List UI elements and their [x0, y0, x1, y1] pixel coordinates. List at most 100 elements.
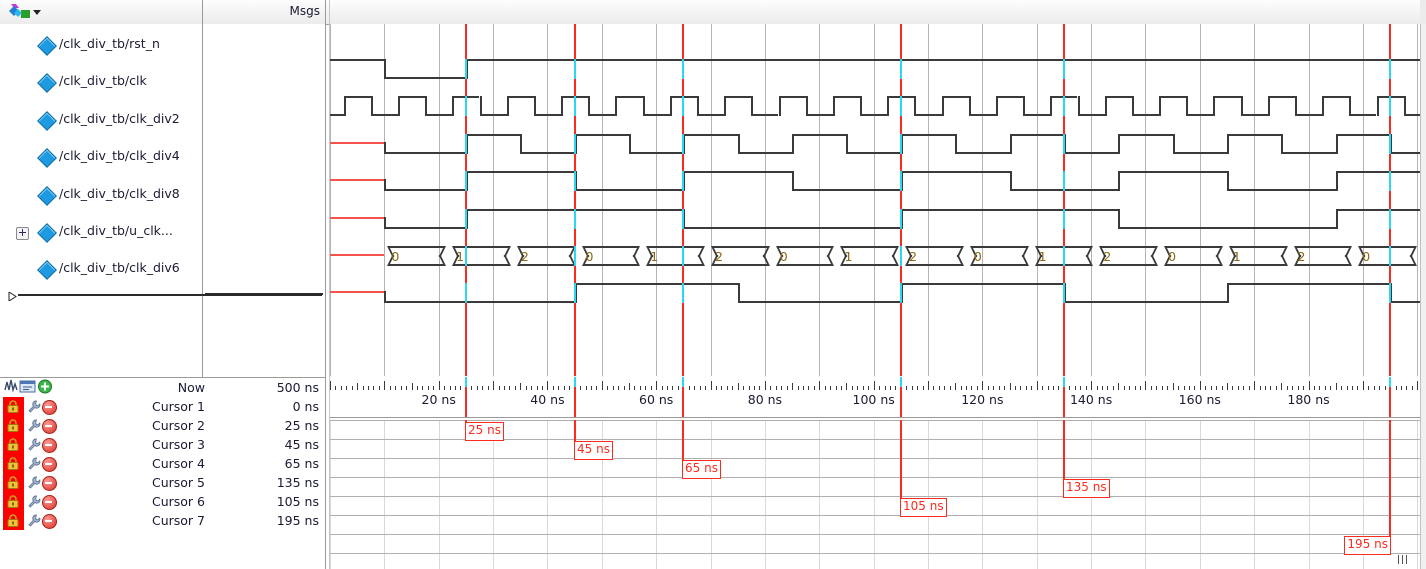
bus-value-text: 0 — [973, 249, 983, 264]
cursor-time-badge[interactable]: 105 ns — [900, 498, 947, 517]
wave-segment — [384, 77, 466, 79]
signal-row[interactable]: /clk_div_tb/u_clk... — [0, 214, 202, 251]
wrench-icon[interactable] — [27, 457, 41, 470]
delete-cursor-icon[interactable] — [42, 438, 57, 453]
ruler-tick — [678, 386, 679, 390]
bus-value-text: 2 — [520, 249, 530, 264]
lock-icon[interactable] — [6, 438, 20, 451]
bus-value-text: 1 — [650, 249, 659, 264]
wave-cursor-crosshair — [682, 246, 684, 266]
wave-edge — [1118, 133, 1121, 154]
ruler-tick — [1222, 386, 1223, 390]
cursor-row-separator — [330, 515, 1420, 516]
ruler-tick — [1184, 386, 1185, 390]
ruler-tick — [542, 386, 543, 390]
cursor-time-badge[interactable]: 45 ns — [574, 441, 613, 460]
ruler-tick — [1031, 386, 1032, 390]
waveform-signal-icon[interactable] — [6, 3, 32, 20]
wave-cursor-marker-icon[interactable] — [8, 290, 17, 302]
signal-row[interactable]: /clk_div_tb/clk_div6 — [0, 251, 202, 288]
ruler-label: 40 ns — [530, 392, 565, 407]
wave-edge — [1376, 96, 1379, 117]
wrench-icon[interactable] — [27, 419, 41, 432]
waveform-canvas[interactable]: 0 1 2 0 1 2 0 1 2 0 1 2 0 1 2 0 — [330, 24, 1420, 376]
cursor-row[interactable]: Cursor 3 45 ns — [0, 435, 325, 454]
cursor-row[interactable]: Cursor 4 65 ns — [0, 454, 325, 473]
cursor-time-badge[interactable]: 135 ns — [1063, 479, 1110, 498]
wave-edge — [615, 96, 618, 117]
ruler-tick — [1254, 381, 1255, 390]
cursor-row[interactable]: Cursor 6 105 ns — [0, 492, 325, 511]
wrench-icon[interactable] — [27, 514, 41, 527]
ruler-tick — [547, 381, 548, 390]
signal-row[interactable]: /clk_div_tb/rst_n — [0, 27, 202, 64]
bus-left-chevron — [1096, 246, 1101, 266]
cursor-row[interactable]: Cursor 1 0 ns — [0, 397, 325, 416]
delete-cursor-icon[interactable] — [42, 400, 57, 415]
ruler-tick — [1058, 386, 1059, 390]
lock-icon[interactable] — [6, 400, 20, 413]
delete-cursor-icon[interactable] — [42, 419, 57, 434]
ruler-tick — [1091, 381, 1092, 390]
now-label: Now — [177, 380, 205, 395]
signal-row[interactable]: /clk_div_tb/clk_div8 — [0, 177, 202, 214]
wave-edge — [1281, 133, 1284, 154]
ruler-tick — [1265, 386, 1266, 390]
wave-segment — [1131, 114, 1160, 117]
cursor-time-badge[interactable]: 25 ns — [465, 422, 504, 441]
ruler-tick — [819, 381, 820, 390]
wave-cursor-crosshair — [900, 96, 902, 117]
delete-cursor-icon[interactable] — [42, 457, 57, 472]
signal-row[interactable]: /clk_div_tb/clk_div4 — [0, 139, 202, 176]
wave-segment — [506, 96, 534, 99]
signal-row[interactable]: /clk_div_tb/clk — [0, 64, 202, 101]
vertical-scrollbar[interactable] — [1420, 24, 1426, 569]
wave-edge — [452, 96, 455, 117]
cursor-line[interactable] — [1389, 420, 1391, 553]
cursor-row[interactable]: Cursor 7 195 ns — [0, 511, 325, 530]
delete-cursor-icon[interactable] — [42, 495, 57, 510]
wave-segment — [683, 133, 738, 136]
expand-icon[interactable] — [16, 227, 29, 240]
ruler-tick — [1314, 386, 1315, 390]
wave-cursor-crosshair — [1389, 133, 1391, 154]
bus-left-chevron — [1355, 246, 1360, 266]
lock-icon[interactable] — [6, 457, 20, 470]
cursor-row[interactable]: Cursor 5 135 ns — [0, 473, 325, 492]
chevron-down-icon[interactable] — [33, 10, 41, 15]
wave-segment — [1172, 151, 1227, 154]
wrench-icon[interactable] — [27, 476, 41, 489]
cursor-time-badge[interactable]: 195 ns — [1344, 536, 1391, 555]
ruler-tick — [1135, 386, 1136, 390]
cursor-row-separator — [330, 496, 1420, 497]
cursor-label-canvas[interactable]: 25 ns 45 ns 65 ns 105 ns 135 ns 195 ns — [330, 420, 1420, 569]
bus-value-cell: 0 — [1355, 246, 1420, 266]
bus-top-line — [841, 246, 899, 248]
bus-left-chevron — [1161, 246, 1166, 266]
wrench-icon[interactable] — [27, 495, 41, 508]
bus-left-chevron — [643, 246, 648, 266]
wave-cursor-crosshair — [465, 208, 467, 229]
wave-segment — [384, 301, 575, 304]
time-ruler[interactable]: 20 ns 40 ns 60 ns 80 ns 100 ns 120 ns 140 ns 16… — [330, 377, 1426, 419]
wave-segment — [1335, 208, 1420, 211]
cursor-row[interactable]: Cursor 2 25 ns — [0, 416, 325, 435]
ruler-tick — [428, 386, 429, 390]
delete-cursor-icon[interactable] — [42, 514, 57, 529]
lock-icon[interactable] — [6, 476, 20, 489]
horizontal-scrollbar-grip[interactable] — [1398, 555, 1418, 565]
wrench-icon[interactable] — [27, 438, 41, 451]
signal-row[interactable]: /clk_div_tb/clk_div2 — [0, 102, 202, 139]
lock-icon[interactable] — [6, 495, 20, 508]
ruler-tick — [640, 386, 641, 390]
cursor-time-badge[interactable]: 65 ns — [682, 460, 721, 479]
delete-cursor-icon[interactable] — [42, 476, 57, 491]
ruler-tick — [1167, 386, 1168, 390]
value-wave-divider[interactable] — [325, 0, 326, 569]
wrench-icon[interactable] — [27, 400, 41, 413]
value-pane-scroll-track[interactable] — [205, 293, 323, 295]
cursor-toolbar[interactable] — [4, 378, 60, 395]
wave-cursor-crosshair — [1389, 246, 1391, 266]
lock-icon[interactable] — [6, 419, 20, 432]
lock-icon[interactable] — [6, 514, 20, 527]
